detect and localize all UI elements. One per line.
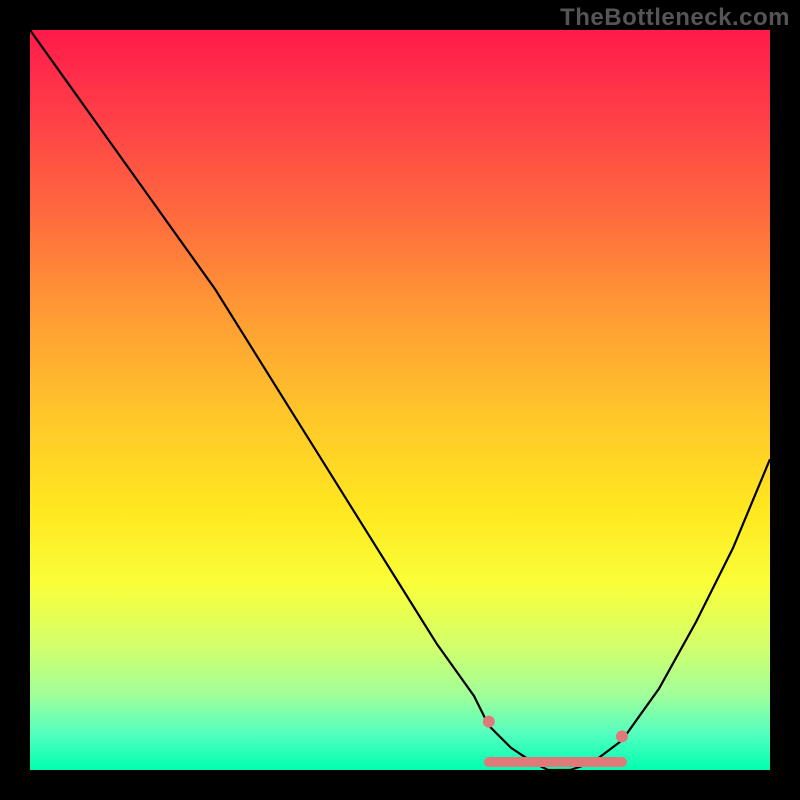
optimal-range-dot-left: [483, 716, 495, 728]
bottleneck-curve: [30, 30, 770, 770]
curve-svg: [30, 30, 770, 770]
chart-frame: TheBottleneck.com: [0, 0, 800, 800]
watermark-text: TheBottleneck.com: [560, 4, 790, 32]
plot-area: [30, 30, 770, 770]
optimal-range-dot-right: [616, 730, 628, 742]
